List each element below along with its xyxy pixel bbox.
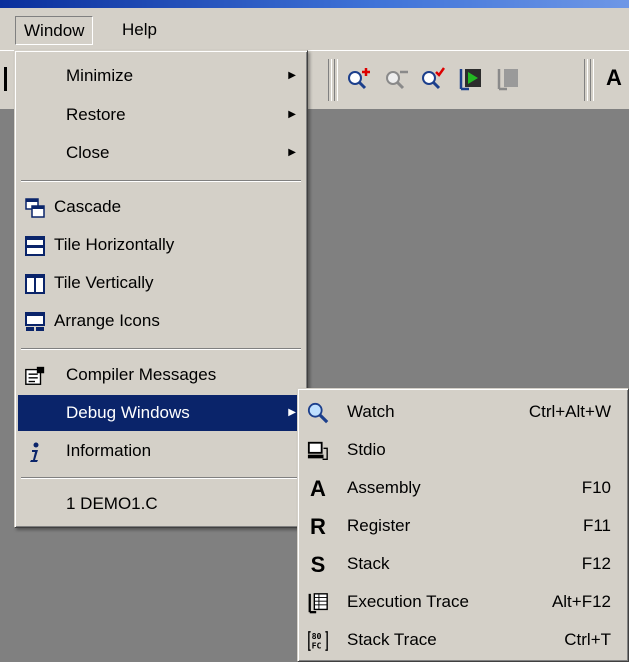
menu-item-label: Close	[66, 143, 110, 162]
title-bar	[0, 0, 629, 8]
watch-magnifier-icon	[307, 402, 329, 424]
menu-separator	[21, 348, 301, 350]
submenu-arrow-icon: ▶	[288, 147, 296, 158]
toolbar-clipped-button	[4, 67, 13, 91]
menu-item-label: Assembly	[347, 478, 421, 497]
menu-item-recent-file[interactable]: 1 DEMO1.C	[18, 486, 304, 522]
tile-vertically-icon	[24, 273, 46, 295]
menu-item-information[interactable]: Information	[18, 433, 304, 469]
submenu-item-assembly[interactable]: A Assembly F10	[301, 470, 625, 506]
submenu-item-watch[interactable]: Watch Ctrl+Alt+W	[301, 394, 625, 430]
menu-item-compiler-messages[interactable]: Compiler Messages	[18, 357, 304, 393]
menu-item-label: Debug Windows	[66, 403, 190, 422]
menu-item-restore[interactable]: Restore ▶	[18, 97, 304, 133]
tile-horizontally-icon	[24, 235, 46, 257]
shortcut-label: Ctrl+T	[564, 630, 611, 649]
shortcut-label: F10	[581, 478, 611, 497]
submenu-arrow-icon: ▶	[288, 70, 296, 81]
menu-item-arrange-icons[interactable]: Arrange Icons	[18, 303, 304, 339]
menu-item-label: Stdio	[347, 440, 386, 459]
submenu-item-stdio[interactable]: Stdio	[301, 432, 625, 468]
submenu-item-stack-trace[interactable]: 80 FC Stack Trace Ctrl+T	[301, 622, 625, 658]
menu-item-cascade[interactable]: Cascade	[18, 189, 304, 225]
menu-item-close[interactable]: Close ▶	[18, 135, 304, 171]
shortcut-label: F11	[582, 516, 611, 535]
menu-item-tile-horizontally[interactable]: Tile Horizontally	[18, 227, 304, 263]
shortcut-label: Alt+F12	[551, 592, 611, 611]
toolbar-separator	[328, 59, 332, 101]
toolbar-separator	[584, 59, 588, 101]
toolbar-separator	[334, 59, 338, 101]
svg-text:FC: FC	[312, 640, 322, 650]
execution-trace-icon	[307, 592, 329, 614]
menu-item-tile-vertically[interactable]: Tile Vertically	[18, 265, 304, 301]
menu-item-label: Minimize	[66, 66, 134, 85]
submenu-item-execution-trace[interactable]: Execution Trace Alt+F12	[301, 584, 625, 620]
submenu-arrow-icon: ▶	[288, 407, 296, 418]
menu-item-label: Cascade	[54, 197, 122, 216]
toolbar-separator	[590, 59, 594, 101]
menu-item-label: Tile Horizontally	[54, 235, 175, 254]
arrange-icons-icon	[24, 311, 46, 333]
compiler-messages-icon	[24, 365, 46, 387]
menu-item-minimize[interactable]: Minimize ▶	[18, 58, 304, 94]
submenu-arrow-icon: ▶	[288, 109, 296, 120]
menu-help[interactable]: Help	[114, 16, 165, 43]
shortcut-label: Ctrl+Alt+W	[528, 402, 611, 421]
menu-separator	[21, 180, 301, 182]
menu-item-label: Tile Vertically	[54, 273, 154, 292]
information-icon	[24, 441, 46, 463]
assembly-icon: A	[310, 476, 326, 501]
menu-item-label: 1 DEMO1.C	[66, 494, 158, 513]
debug-windows-submenu: Watch Ctrl+Alt+W Stdio A Assembly F10 R …	[297, 388, 629, 662]
window-menu: Minimize ▶ Restore ▶ Close ▶ Cascade Til…	[14, 50, 308, 528]
register-icon: R	[310, 514, 326, 539]
cascade-icon	[24, 197, 46, 219]
menu-item-debug-windows[interactable]: Debug Windows ▶	[18, 395, 304, 431]
zoom-out-icon[interactable]	[382, 65, 410, 93]
toolbar-assembly-button[interactable]: A	[606, 65, 622, 91]
menu-item-label: Restore	[66, 105, 126, 124]
menu-item-label: Watch	[347, 402, 395, 421]
zoom-check-icon[interactable]	[418, 65, 446, 93]
run-to-cursor-icon[interactable]	[456, 65, 484, 93]
execution-trace-disabled-icon[interactable]	[494, 65, 522, 93]
submenu-item-stack[interactable]: S Stack F12	[301, 546, 625, 582]
menu-bar: Window Help	[0, 8, 629, 51]
menu-window[interactable]: Window	[15, 16, 94, 45]
menu-item-label: Execution Trace	[347, 592, 469, 611]
submenu-item-register[interactable]: R Register F11	[301, 508, 625, 544]
menu-item-label: Register	[347, 516, 411, 535]
stack-trace-icon: 80 FC	[307, 630, 329, 652]
stdio-icon	[307, 440, 329, 462]
shortcut-label: F12	[581, 554, 611, 573]
stack-icon: S	[310, 552, 326, 577]
menu-item-label: Stack Trace	[347, 630, 437, 649]
menu-item-label: Compiler Messages	[66, 365, 217, 384]
menu-item-label: Arrange Icons	[54, 311, 160, 330]
zoom-in-icon[interactable]	[344, 65, 372, 93]
menu-item-label: Information	[66, 441, 152, 460]
menu-separator	[21, 477, 301, 479]
menu-item-label: Stack	[347, 554, 390, 573]
